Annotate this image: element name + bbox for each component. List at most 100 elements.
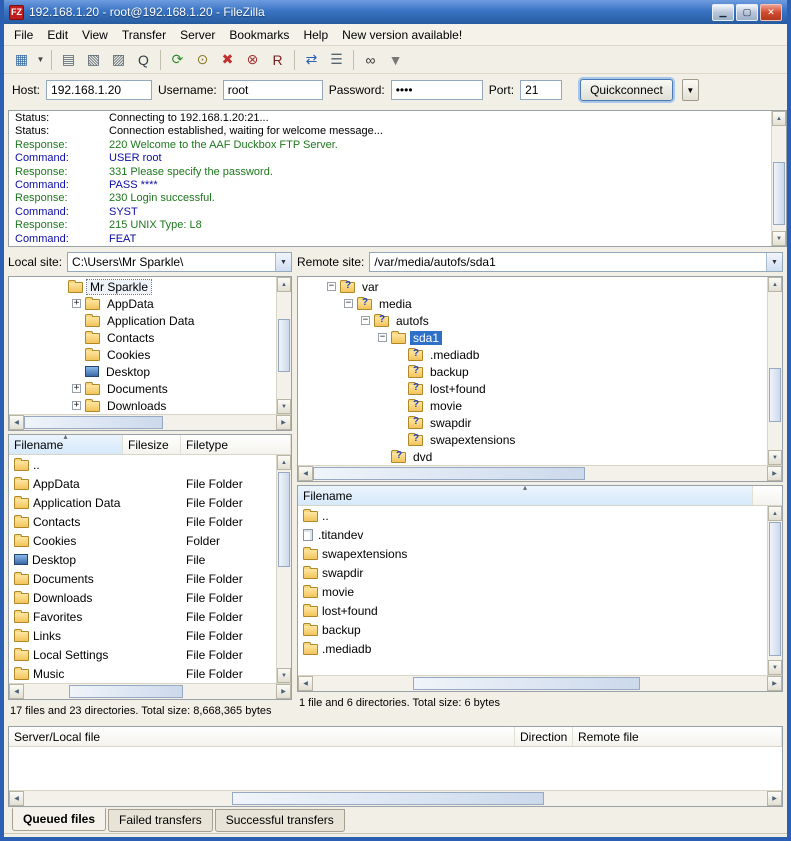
minimize-button[interactable]: ▁ [712, 4, 734, 21]
file-row-swapextensions[interactable]: swapextensions [298, 544, 767, 563]
menu-view[interactable]: View [75, 26, 115, 44]
scroll-track[interactable] [24, 791, 767, 806]
scroll-left-icon[interactable]: ◀ [298, 466, 313, 481]
scroll-track[interactable] [313, 676, 767, 691]
menu-new-version-available[interactable]: New version available! [335, 26, 469, 44]
tree-expander-icon[interactable]: + [72, 401, 81, 410]
close-button[interactable]: ✕ [760, 4, 782, 21]
tree-item-mediadb[interactable]: .mediadb [298, 346, 767, 363]
local-file-list[interactable]: FilenameFilesizeFiletype ..AppDataFile F… [8, 434, 292, 700]
scroll-track[interactable] [24, 415, 276, 430]
tree-item-appdata[interactable]: +AppData [9, 295, 276, 312]
file-row-favorites[interactable]: FavoritesFile Folder [9, 607, 276, 626]
file-row-music[interactable]: MusicFile Folder [9, 664, 276, 683]
menu-edit[interactable]: Edit [40, 26, 75, 44]
scroll-thumb[interactable] [278, 472, 290, 567]
menu-help[interactable]: Help [296, 26, 335, 44]
tree-item-movie[interactable]: movie [298, 397, 767, 414]
file-row-cookies[interactable]: CookiesFolder [9, 531, 276, 550]
scroll-up-icon[interactable]: ▲ [772, 111, 786, 126]
directory-comparison-icon[interactable]: ☰ [324, 48, 349, 71]
menu-file[interactable]: File [7, 26, 40, 44]
scroll-thumb[interactable] [24, 416, 163, 429]
queue-list-area[interactable] [9, 747, 782, 790]
local-tree-vscrollbar[interactable]: ▲ ▼ [276, 277, 291, 414]
scroll-track[interactable] [277, 470, 291, 668]
tab-successful-transfers[interactable]: Successful transfers [215, 809, 345, 832]
queue-hscrollbar[interactable]: ◀ ▶ [9, 790, 782, 806]
reconnect-icon[interactable]: R [265, 48, 290, 71]
site-manager-dropdown-icon[interactable]: ▼ [34, 48, 47, 71]
process-queue-icon[interactable]: ⊙ [190, 48, 215, 71]
tree-item-cookies[interactable]: Cookies [9, 346, 276, 363]
scroll-thumb[interactable] [313, 467, 585, 480]
file-row-backup[interactable]: backup [298, 620, 767, 639]
toggle-local-tree-icon[interactable]: ▧ [81, 48, 106, 71]
remote-tree-vscrollbar[interactable]: ▲ ▼ [767, 277, 782, 465]
file-row-documents[interactable]: DocumentsFile Folder [9, 569, 276, 588]
tree-item-contacts[interactable]: Contacts [9, 329, 276, 346]
tree-item-swapdir[interactable]: swapdir [298, 414, 767, 431]
scroll-thumb[interactable] [278, 319, 290, 373]
scroll-down-icon[interactable]: ▼ [768, 450, 782, 465]
tree-item-desktop[interactable]: Desktop [9, 363, 276, 380]
column-header-direction[interactable]: Direction [515, 727, 573, 746]
scroll-down-icon[interactable]: ▼ [277, 668, 291, 683]
tree-item-swapextensions[interactable]: swapextensions [298, 431, 767, 448]
scroll-right-icon[interactable]: ▶ [767, 676, 782, 691]
file-row-parent[interactable]: .. [298, 506, 767, 525]
menu-transfer[interactable]: Transfer [115, 26, 173, 44]
refresh-icon[interactable]: ⟳ [165, 48, 190, 71]
column-header-filesize[interactable]: Filesize [123, 435, 181, 454]
column-header-filetype[interactable]: Filetype [181, 435, 291, 454]
column-header-remote-file[interactable]: Remote file [573, 727, 782, 746]
remote-list-hscrollbar[interactable]: ◀ ▶ [298, 675, 782, 691]
find-files-icon[interactable]: ∞ [358, 48, 383, 71]
scroll-up-icon[interactable]: ▲ [277, 455, 291, 470]
combo-dropdown-icon[interactable]: ▼ [766, 253, 782, 271]
quickconnect-button[interactable]: Quickconnect [580, 79, 673, 101]
local-tree-hscrollbar[interactable]: ◀ ▶ [9, 414, 291, 430]
menu-server[interactable]: Server [173, 26, 222, 44]
tree-item-var[interactable]: −var [298, 278, 767, 295]
file-row-application-data[interactable]: Application DataFile Folder [9, 493, 276, 512]
scroll-left-icon[interactable]: ◀ [298, 676, 313, 691]
cancel-icon[interactable]: ✖ [215, 48, 240, 71]
scroll-down-icon[interactable]: ▼ [772, 231, 786, 246]
file-row-movie[interactable]: movie [298, 582, 767, 601]
scroll-up-icon[interactable]: ▲ [768, 506, 782, 521]
file-row-swapdir[interactable]: swapdir [298, 563, 767, 582]
password-input[interactable] [391, 80, 483, 100]
toggle-queue-icon[interactable]: Q [131, 48, 156, 71]
file-row-desktop[interactable]: DesktopFile [9, 550, 276, 569]
quickconnect-dropdown-icon[interactable]: ▼ [682, 79, 699, 101]
scroll-thumb[interactable] [413, 677, 640, 690]
combo-dropdown-icon[interactable]: ▼ [275, 253, 291, 271]
file-row-titandev[interactable]: .titandev [298, 525, 767, 544]
scroll-up-icon[interactable]: ▲ [768, 277, 782, 292]
file-row-contacts[interactable]: ContactsFile Folder [9, 512, 276, 531]
local-list-hscrollbar[interactable]: ◀ ▶ [9, 683, 291, 699]
scroll-track[interactable] [313, 466, 767, 481]
filter-icon[interactable]: ▼ [383, 48, 408, 71]
scroll-track[interactable] [768, 292, 782, 450]
tree-expander-icon[interactable]: − [344, 299, 353, 308]
remote-list-vscrollbar[interactable]: ▲ ▼ [767, 506, 782, 675]
transfer-queue[interactable]: Server/Local fileDirectionRemote file ◀ … [8, 726, 783, 807]
file-row-lost-found[interactable]: lost+found [298, 601, 767, 620]
file-row-appdata[interactable]: AppDataFile Folder [9, 474, 276, 493]
tree-item-application-data[interactable]: Application Data [9, 312, 276, 329]
scroll-left-icon[interactable]: ◀ [9, 791, 24, 806]
tree-item-sda1[interactable]: −sda1 [298, 329, 767, 346]
file-row-mediadb[interactable]: .mediadb [298, 639, 767, 658]
tree-item-dvd[interactable]: dvd [298, 448, 767, 465]
tree-item-backup[interactable]: backup [298, 363, 767, 380]
file-row-parent[interactable]: .. [9, 455, 276, 474]
remote-site-combo[interactable]: /var/media/autofs/sda1 ▼ [369, 252, 783, 272]
tree-item-mr-sparkle[interactable]: Mr Sparkle [9, 278, 276, 295]
titlebar[interactable]: FZ 192.168.1.20 - root@192.168.1.20 - Fi… [4, 0, 787, 24]
remote-file-list[interactable]: Filename ...titandevswapextensionsswapdi… [297, 485, 783, 692]
toggle-remote-tree-icon[interactable]: ▨ [106, 48, 131, 71]
tree-expander-icon[interactable]: + [72, 299, 81, 308]
toggle-message-log-icon[interactable]: ▤ [56, 48, 81, 71]
